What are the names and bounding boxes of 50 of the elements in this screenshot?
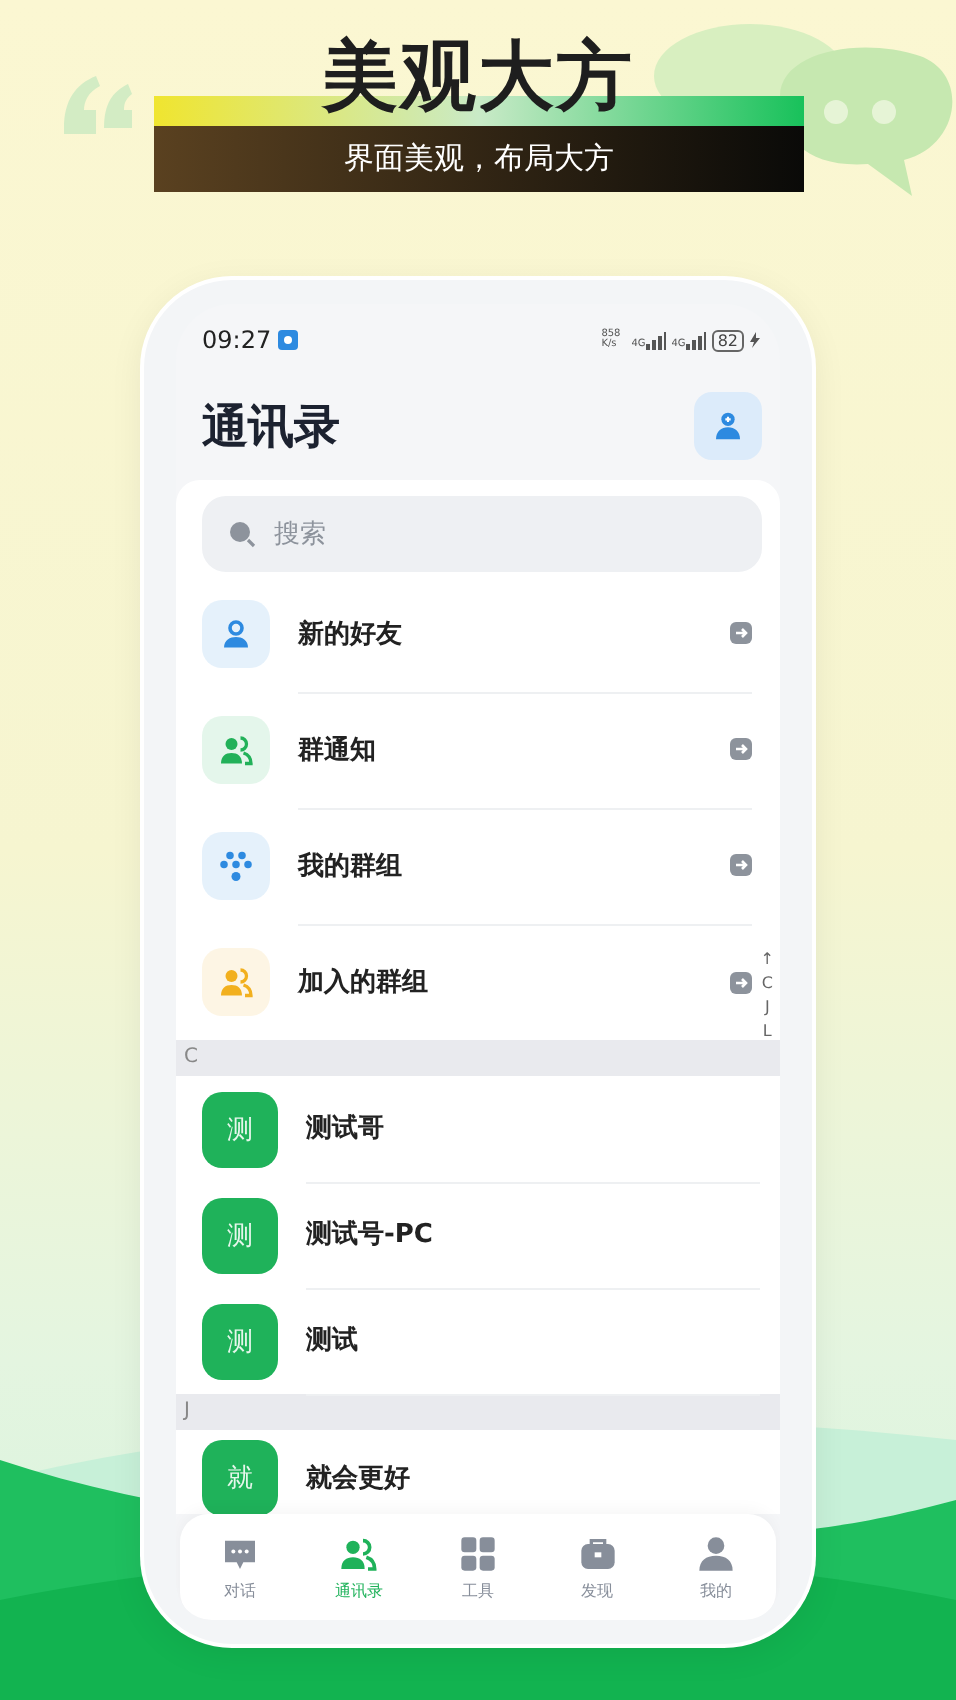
index-letter[interactable]: J xyxy=(764,996,770,1020)
tab[interactable]: 我的 xyxy=(672,1533,761,1601)
briefcase-icon xyxy=(577,1533,618,1573)
arrow-icon xyxy=(730,971,752,993)
item-label: 我的群组 xyxy=(298,849,402,883)
clock-time: 09:27 xyxy=(202,326,272,354)
charging-icon xyxy=(750,332,760,348)
arrow-icon xyxy=(730,738,752,760)
avatar: 测 xyxy=(202,1091,278,1167)
menu-item[interactable]: 群通知 xyxy=(176,692,752,808)
menu-item[interactable]: 我的群组 xyxy=(176,808,752,924)
contact-name: 就会更好 xyxy=(306,1461,410,1495)
page-title: 通讯录 xyxy=(202,399,340,457)
search-field[interactable]: 搜索 xyxy=(202,496,762,572)
signal-icon xyxy=(645,331,666,349)
avatar: 测 xyxy=(202,1303,278,1379)
arrow-icon xyxy=(730,622,752,644)
menu-item[interactable]: 加入的群组 xyxy=(176,924,752,1040)
app-badge-icon xyxy=(277,330,298,350)
headline: 美观大方 xyxy=(322,32,634,120)
battery-indicator: 82 xyxy=(711,329,744,351)
item-label: 加入的群组 xyxy=(298,965,428,1000)
section-header: J xyxy=(176,1394,780,1430)
item-label: 新的好友 xyxy=(298,617,402,651)
signal-icon xyxy=(685,331,706,349)
avatar: 测 xyxy=(202,1197,278,1273)
contact-row[interactable]: 测 测试哥 xyxy=(176,1076,780,1182)
avatar: 就 xyxy=(202,1440,278,1514)
arrow-icon xyxy=(730,854,752,876)
index-letter[interactable]: C xyxy=(761,972,773,996)
person-add-icon xyxy=(712,410,744,442)
person-icon xyxy=(696,1533,737,1573)
people-icon xyxy=(338,1533,379,1573)
contact-row[interactable]: 就 就会更好 xyxy=(176,1430,780,1514)
add-contact-button[interactable] xyxy=(694,392,762,460)
section-header: C xyxy=(176,1040,780,1076)
contact-name: 测试 xyxy=(306,1324,358,1358)
item-label: 群通知 xyxy=(298,733,376,767)
index-letter[interactable]: ↑ xyxy=(760,948,774,972)
menu-item[interactable]: 新的好友 xyxy=(176,576,752,692)
contact-name: 测试号-PC xyxy=(306,1218,433,1252)
contact-name: 测试哥 xyxy=(306,1112,384,1146)
contact-row[interactable]: 测 测试号-PC xyxy=(176,1182,780,1288)
search-icon xyxy=(228,520,256,548)
subtitle: 界面美观，布局大方 xyxy=(344,138,614,178)
tab[interactable]: 发现 xyxy=(553,1533,642,1601)
grid-icon xyxy=(457,1533,498,1573)
tab[interactable]: 对话 xyxy=(195,1533,284,1601)
index-letter[interactable]: L xyxy=(762,1020,772,1044)
tab[interactable]: 工具 xyxy=(433,1533,522,1601)
